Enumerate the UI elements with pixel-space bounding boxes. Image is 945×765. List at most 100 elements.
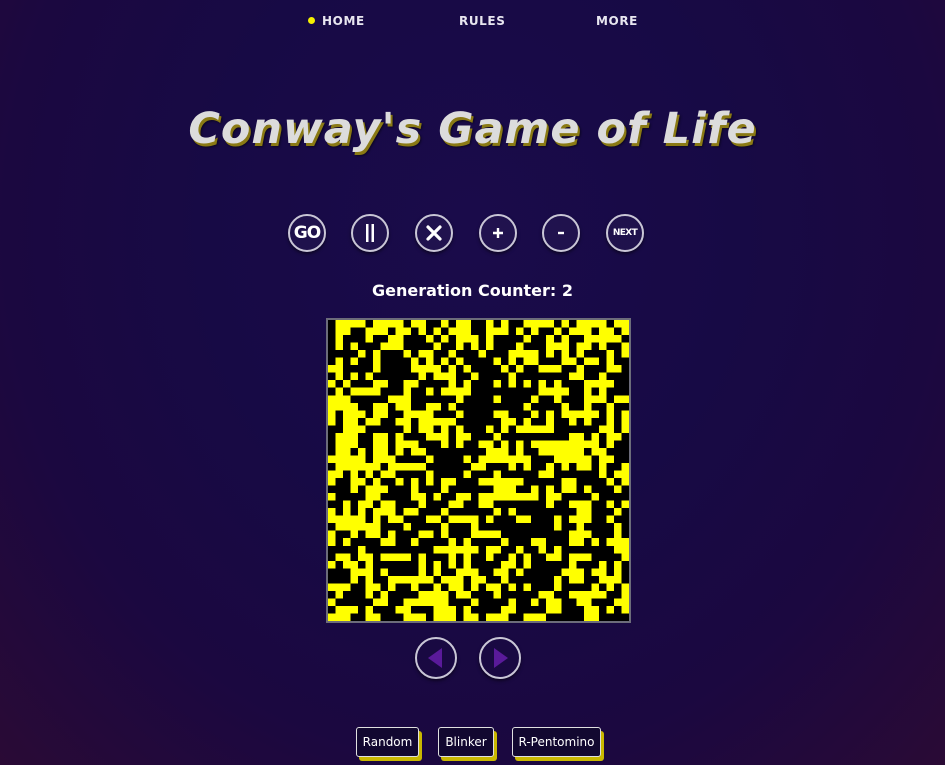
- live-cell[interactable]: [448, 387, 456, 396]
- live-cell[interactable]: [508, 508, 517, 516]
- live-cell[interactable]: [373, 320, 381, 328]
- live-cell[interactable]: [538, 538, 547, 546]
- live-cell[interactable]: [583, 462, 592, 471]
- live-cell[interactable]: [486, 455, 494, 463]
- live-cell[interactable]: [606, 583, 614, 591]
- live-cell[interactable]: [470, 583, 479, 591]
- live-cell[interactable]: [448, 560, 456, 569]
- live-cell[interactable]: [613, 538, 622, 546]
- live-cell[interactable]: [598, 327, 607, 336]
- live-cell[interactable]: [538, 470, 547, 479]
- live-cell[interactable]: [568, 485, 577, 494]
- live-cell[interactable]: [561, 410, 569, 418]
- previous-generation-button[interactable]: [415, 637, 457, 679]
- live-cell[interactable]: [373, 350, 381, 358]
- live-cell[interactable]: [440, 485, 449, 494]
- live-cell[interactable]: [501, 568, 509, 576]
- live-cell[interactable]: [501, 613, 509, 621]
- live-cell[interactable]: [576, 372, 584, 381]
- live-cell[interactable]: [501, 560, 509, 569]
- live-cell[interactable]: [395, 432, 404, 441]
- nav-home-link[interactable]: HOME: [308, 14, 365, 28]
- live-cell[interactable]: [621, 545, 629, 554]
- live-cell[interactable]: [576, 350, 584, 358]
- live-cell[interactable]: [470, 598, 479, 606]
- live-cell[interactable]: [328, 470, 336, 479]
- live-cell[interactable]: [440, 425, 449, 433]
- live-cell[interactable]: [440, 605, 449, 614]
- live-cell[interactable]: [410, 538, 419, 546]
- live-cell[interactable]: [546, 605, 554, 614]
- live-cell[interactable]: [403, 410, 411, 418]
- go-button[interactable]: GO: [288, 214, 326, 252]
- live-cell[interactable]: [546, 470, 554, 479]
- live-cell[interactable]: [561, 568, 569, 576]
- live-cell[interactable]: [470, 523, 479, 531]
- live-cell[interactable]: [583, 553, 592, 561]
- live-cell[interactable]: [523, 462, 532, 471]
- live-cell[interactable]: [373, 387, 381, 396]
- live-cell[interactable]: [470, 568, 479, 576]
- live-cell[interactable]: [516, 447, 524, 456]
- live-cell[interactable]: [380, 432, 389, 441]
- live-cell[interactable]: [591, 590, 599, 599]
- live-cell[interactable]: [606, 365, 614, 373]
- live-cell[interactable]: [470, 372, 479, 381]
- live-cell[interactable]: [546, 342, 554, 351]
- live-cell[interactable]: [508, 583, 517, 591]
- live-cell[interactable]: [621, 583, 629, 591]
- live-cell[interactable]: [403, 395, 411, 403]
- live-cell[interactable]: [470, 613, 479, 621]
- live-cell[interactable]: [621, 320, 629, 328]
- live-cell[interactable]: [373, 410, 381, 418]
- live-cell[interactable]: [598, 372, 607, 381]
- live-cell[interactable]: [493, 478, 502, 486]
- live-cell[interactable]: [388, 500, 396, 509]
- preset-random-button[interactable]: Random: [356, 727, 419, 757]
- live-cell[interactable]: [395, 515, 404, 524]
- live-cell[interactable]: [531, 320, 539, 328]
- live-cell[interactable]: [425, 478, 434, 486]
- live-cell[interactable]: [388, 462, 396, 471]
- live-cell[interactable]: [410, 598, 419, 606]
- live-cell[interactable]: [576, 462, 584, 471]
- live-cell[interactable]: [335, 387, 344, 396]
- live-cell[interactable]: [493, 395, 502, 403]
- live-cell[interactable]: [335, 342, 344, 351]
- live-cell[interactable]: [606, 440, 614, 448]
- live-cell[interactable]: [598, 335, 607, 343]
- live-cell[interactable]: [606, 357, 614, 366]
- live-cell[interactable]: [486, 553, 494, 561]
- live-cell[interactable]: [350, 530, 359, 539]
- live-cell[interactable]: [523, 350, 532, 358]
- live-cell[interactable]: [455, 320, 464, 328]
- live-cell[interactable]: [343, 417, 351, 426]
- live-cell[interactable]: [508, 605, 517, 614]
- live-cell[interactable]: [538, 380, 547, 388]
- live-cell[interactable]: [433, 583, 441, 591]
- live-cell[interactable]: [538, 545, 547, 554]
- live-cell[interactable]: [493, 590, 502, 599]
- live-cell[interactable]: [418, 425, 426, 433]
- live-cell[interactable]: [553, 605, 562, 614]
- live-cell[interactable]: [568, 440, 577, 448]
- live-cell[interactable]: [553, 455, 562, 463]
- live-cell[interactable]: [365, 462, 374, 471]
- live-cell[interactable]: [343, 425, 351, 433]
- preset-r-pentomino-button[interactable]: R-Pentomino: [512, 727, 601, 757]
- live-cell[interactable]: [501, 417, 509, 426]
- live-cell[interactable]: [380, 470, 389, 479]
- live-cell[interactable]: [350, 455, 359, 463]
- live-cell[interactable]: [576, 455, 584, 463]
- live-cell[interactable]: [388, 335, 396, 343]
- live-cell[interactable]: [425, 350, 434, 358]
- live-cell[interactable]: [598, 470, 607, 479]
- live-cell[interactable]: [568, 500, 577, 509]
- live-cell[interactable]: [463, 568, 471, 576]
- live-cell[interactable]: [501, 485, 509, 494]
- live-cell[interactable]: [583, 335, 592, 343]
- live-cell[interactable]: [365, 553, 374, 561]
- live-cell[interactable]: [433, 590, 441, 599]
- live-cell[interactable]: [358, 568, 366, 576]
- live-cell[interactable]: [591, 357, 599, 366]
